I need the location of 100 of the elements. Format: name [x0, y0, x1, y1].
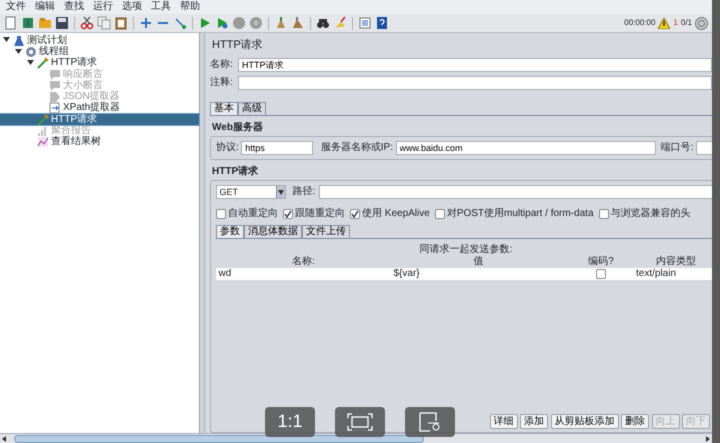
book-icon: [21, 16, 35, 30]
toolbar-button[interactable]: [333, 16, 347, 30]
table-cell-text: ${var}: [392, 268, 421, 280]
broom-icon: [274, 16, 288, 30]
stop-icon: [232, 16, 246, 30]
pipette-icon: [37, 114, 49, 126]
table-button[interactable]: 详细: [490, 414, 518, 429]
right-arrow-icon: [704, 434, 712, 442]
toolbar-button[interactable]: [55, 16, 69, 30]
timer-text: 00:00:00: [624, 18, 656, 28]
column-header: 名称:: [291, 256, 316, 268]
field-label: 服务器名称或IP:: [320, 142, 394, 154]
menu-item[interactable]: 查找: [64, 1, 84, 13]
checkbox[interactable]: [350, 209, 360, 220]
warning-icon: [658, 18, 670, 28]
checkbox-label: 自动重定向: [228, 208, 278, 220]
bar-chart-icon: [37, 125, 49, 138]
menu-item[interactable]: 工具: [151, 1, 171, 13]
toolbar-button[interactable]: [114, 16, 128, 30]
tree-item[interactable]: HTTP请求: [0, 58, 199, 69]
table-caption: 同请求一起发送参数:: [418, 244, 514, 256]
tree-item[interactable]: 测试计划: [0, 35, 199, 46]
zoom-button[interactable]: 1:1: [265, 407, 315, 437]
tab[interactable]: 消息体数据: [244, 225, 302, 238]
toolbar-button[interactable]: [316, 16, 330, 30]
field-label: 路径:: [292, 186, 316, 198]
tree-item[interactable]: XPath提取器: [0, 102, 199, 114]
toggle-icon: [173, 16, 187, 30]
checkbox-label: 跟随重定向: [295, 208, 345, 220]
port-field[interactable]: [696, 141, 712, 156]
name-field[interactable]: HTTP请求: [238, 58, 712, 72]
broom-icon: [291, 16, 305, 30]
column-header: 编码?: [587, 256, 615, 268]
group-title: Web服务器: [212, 122, 264, 134]
group-title: HTTP请求: [212, 166, 260, 178]
checkbox[interactable]: [434, 209, 445, 220]
list-icon: [358, 16, 372, 30]
toolbar-button[interactable]: [375, 16, 389, 30]
clipboard-icon: [114, 16, 128, 30]
tab[interactable]: 文件上传: [302, 225, 350, 238]
checkbox-label: 使用 KeepAlive: [362, 208, 430, 220]
check-icon: [351, 210, 359, 218]
tab[interactable]: 参数: [216, 225, 244, 238]
panel-title: HTTP请求: [212, 39, 264, 52]
table-cell-text: wd: [218, 268, 232, 280]
fit-button[interactable]: [335, 407, 385, 437]
binoculars-icon: [316, 16, 330, 30]
menu-item[interactable]: 帮助: [180, 1, 200, 13]
checkbox[interactable]: [598, 209, 609, 220]
crop-button[interactable]: [405, 407, 455, 437]
check-icon: [284, 210, 292, 218]
warning-count: 1: [673, 18, 678, 28]
pipette-icon: [37, 57, 49, 70]
checkbox[interactable]: [216, 209, 226, 220]
tree-item[interactable]: 查看结果树: [0, 136, 199, 148]
flask-icon: [13, 34, 25, 47]
scroll-thumb[interactable]: [14, 434, 424, 442]
checkbox[interactable]: [283, 209, 293, 220]
thread-count: 0/1: [680, 18, 692, 28]
speech-bubble-icon: [49, 68, 61, 81]
plus-icon: [139, 16, 153, 30]
field-label: 协议:: [216, 142, 239, 154]
tree-item[interactable]: HTTP请求: [0, 114, 199, 126]
tab[interactable]: 基本: [210, 102, 238, 116]
toolbar-button[interactable]: [4, 16, 18, 30]
column-header: 内容类型: [655, 256, 697, 268]
line-chart-icon: [37, 136, 49, 148]
server-field[interactable]: www.baidu.com: [396, 141, 656, 156]
tree-item[interactable]: 线程组: [0, 46, 199, 58]
tag-icon: [49, 91, 61, 104]
tab[interactable]: 高级: [238, 102, 266, 116]
field-label: 端口号:: [660, 142, 694, 154]
broom-icon: [333, 16, 347, 30]
fit-screen-icon: [347, 413, 373, 431]
table-button[interactable]: 添加: [520, 414, 548, 429]
table-button[interactable]: 从剪贴板添加: [550, 414, 618, 429]
protocol-field[interactable]: https: [241, 141, 314, 156]
menu-item[interactable]: 运行: [93, 1, 113, 13]
toolbar-button[interactable]: [21, 16, 35, 30]
new-file-icon: [4, 16, 18, 30]
path-field[interactable]: [319, 185, 712, 200]
menu-item[interactable]: 文件: [6, 1, 26, 13]
table-cell-text: text/plain: [636, 268, 678, 280]
checkbox-label: 与浏览器兼容的头: [610, 208, 691, 220]
left-arrow-icon: [0, 434, 8, 442]
checkbox-label: 对POST使用multipart / form-data: [446, 208, 594, 220]
caret-icon: [278, 190, 284, 195]
folder-icon: [38, 16, 52, 30]
toolbar-button[interactable]: [358, 16, 372, 30]
method-dropdown[interactable]: GET: [216, 185, 286, 200]
help-icon: [375, 16, 389, 30]
field-label: 名称:: [210, 59, 234, 72]
checkbox[interactable]: [596, 269, 606, 280]
table-button[interactable]: 删除: [621, 414, 649, 429]
comment-field[interactable]: [238, 76, 712, 90]
menu-item[interactable]: 编辑: [35, 1, 55, 13]
speech-bubble-icon: [49, 80, 61, 92]
menu-item[interactable]: 选项: [122, 1, 142, 13]
column-header: 值: [472, 256, 484, 268]
play-icon: [198, 16, 212, 30]
